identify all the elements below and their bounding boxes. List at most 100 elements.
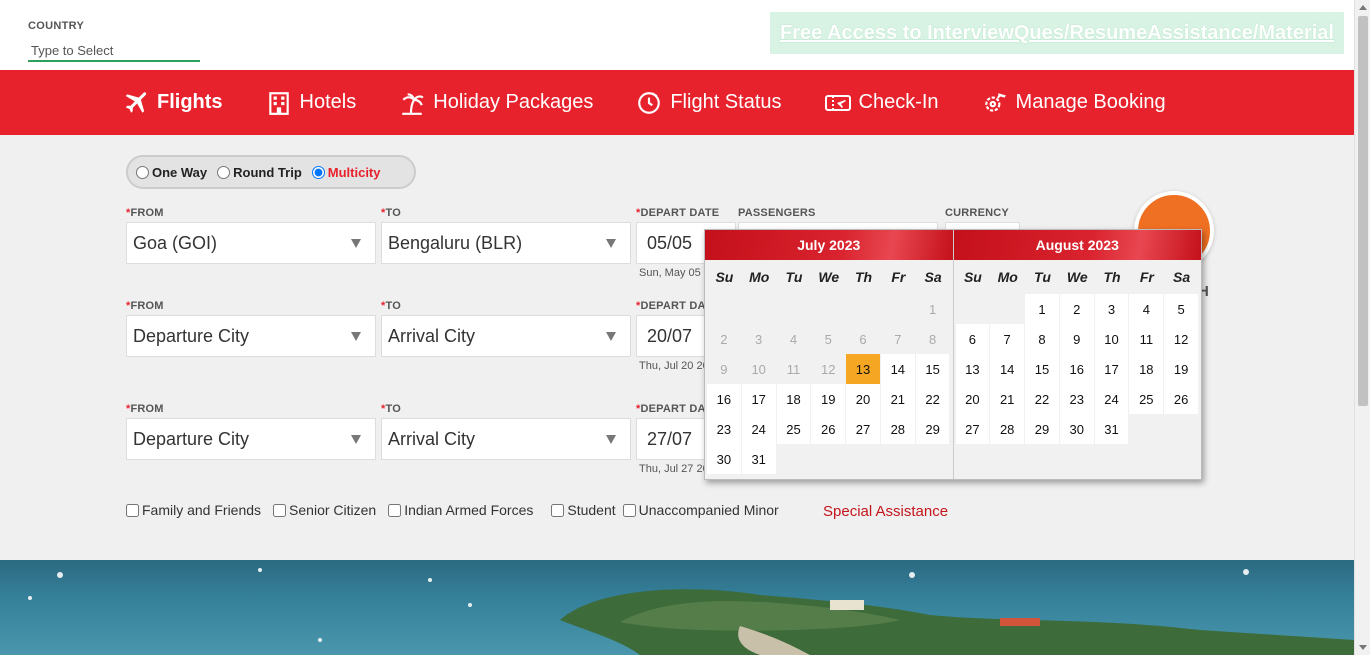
calendar-day[interactable]: 14 (990, 354, 1025, 384)
nav-check-in[interactable]: Check-In (824, 89, 939, 117)
calendar-day[interactable]: 31 (1094, 414, 1129, 444)
calendar-day[interactable]: 25 (776, 414, 811, 444)
calendar-day[interactable]: 14 (880, 354, 915, 384)
scroll-down-icon[interactable] (1359, 645, 1367, 650)
calendar-day[interactable]: 16 (1059, 354, 1094, 384)
calendar-day[interactable]: 30 (707, 444, 741, 474)
checkbox-label: Family and Friends (142, 502, 262, 518)
calendar-day[interactable]: 18 (776, 384, 811, 414)
calendar-day[interactable]: 19 (811, 384, 846, 414)
calendar-day[interactable]: 15 (915, 354, 950, 384)
checkbox-unaccompanied-minor[interactable]: Unaccompanied Minor (622, 502, 779, 518)
calendar-day: 10 (751, 361, 766, 377)
calendar-day[interactable]: 27 (955, 414, 990, 444)
calendar-empty-cell (881, 294, 915, 324)
checkbox-student[interactable]: Student (551, 502, 616, 518)
leg2-from-select[interactable]: Departure City (126, 315, 376, 357)
trip-label: Round Trip (233, 164, 302, 180)
calendar-day[interactable]: 29 (915, 414, 950, 444)
trip-one-way[interactable]: One Way (136, 165, 207, 180)
nav-label: Check-In (858, 91, 939, 113)
calendar-day[interactable]: 17 (741, 384, 776, 414)
country-label: COUNTRY (28, 20, 85, 32)
calendar-day[interactable]: 23 (707, 414, 741, 444)
scroll-up-icon[interactable] (1359, 5, 1367, 10)
checkbox-label: Senior Citizen (289, 502, 377, 518)
calendar-day[interactable]: 26 (1164, 384, 1198, 414)
calendar-day[interactable]: 6 (955, 324, 990, 354)
weekday-label: Fr (891, 269, 906, 285)
calendar-empty-cell (707, 294, 741, 324)
calendar-day[interactable]: 3 (1094, 294, 1129, 324)
calendar-day[interactable]: 10 (1094, 324, 1129, 354)
label-text: TO (385, 300, 401, 312)
calendar-day[interactable]: 21 (880, 384, 915, 414)
chevron-down-icon (606, 332, 616, 341)
calendar-day[interactable]: 5 (1164, 294, 1198, 324)
checkbox-label: Unaccompanied Minor (638, 502, 779, 518)
trip-round-trip[interactable]: Round Trip (217, 165, 302, 180)
calendar-day[interactable]: 7 (990, 324, 1025, 354)
calendar-day[interactable]: 8 (1025, 324, 1059, 354)
leg1-from-select[interactable]: Goa (GOI) (126, 222, 376, 264)
calendar-day[interactable]: 22 (915, 384, 950, 414)
nav-manage-booking[interactable]: Manage Booking (981, 89, 1166, 117)
select-value: Arrival City (388, 325, 476, 346)
page-scrollbar[interactable] (1354, 0, 1370, 655)
calendar-day[interactable]: 21 (990, 384, 1025, 414)
weekday-label: Mo (997, 269, 1018, 285)
nav-holiday-packages[interactable]: Holiday Packages (398, 89, 593, 117)
calendar-day[interactable]: 12 (1164, 324, 1198, 354)
calendar-day: 4 (789, 331, 798, 347)
nav-hotels[interactable]: Hotels (265, 89, 356, 117)
nav-flight-status[interactable]: Flight Status (635, 89, 782, 117)
promo-link[interactable]: Free Access to InterviewQues/ResumeAssis… (780, 22, 1334, 45)
calendar-day[interactable]: 1 (1025, 294, 1059, 324)
calendar-day[interactable]: 20 (955, 384, 990, 414)
calendar-day[interactable]: 28 (990, 414, 1025, 444)
leg1-to-select[interactable]: Bengaluru (BLR) (381, 222, 631, 264)
calendar-day[interactable]: 2 (1059, 294, 1094, 324)
calendar-day[interactable]: 26 (811, 414, 846, 444)
leg3-to-select[interactable]: Arrival City (381, 418, 631, 460)
calendar-day[interactable]: 17 (1094, 354, 1129, 384)
calendar-day[interactable]: 24 (741, 414, 776, 444)
calendar-day[interactable]: 15 (1025, 354, 1059, 384)
leg2-to-select[interactable]: Arrival City (381, 315, 631, 357)
checkbox-senior-citizen[interactable]: Senior Citizen (273, 502, 376, 518)
calendar-day[interactable]: 30 (1059, 414, 1094, 444)
checkbox-armed-forces[interactable]: Indian Armed Forces (388, 502, 533, 518)
weekday-label: We (818, 269, 840, 285)
calendar-day[interactable]: 24 (1094, 384, 1129, 414)
leg2-to-label: *TO (381, 300, 401, 312)
special-assistance-link[interactable]: Special Assistance (823, 503, 948, 520)
calendar-day[interactable]: 18 (1129, 354, 1164, 384)
calendar-day[interactable]: 20 (846, 384, 880, 414)
country-input[interactable] (28, 40, 200, 62)
calendar-day[interactable]: 19 (1164, 354, 1198, 384)
calendar-day[interactable]: 9 (1059, 324, 1094, 354)
calendar-day[interactable]: 29 (1025, 414, 1059, 444)
weekday-label: We (1066, 269, 1088, 285)
nav-flights[interactable]: Flights (122, 89, 223, 117)
calendar-day[interactable]: 31 (741, 444, 776, 474)
calendar-day[interactable]: 11 (1129, 324, 1164, 354)
calendar-day[interactable]: 13 (955, 354, 990, 384)
calendar-day[interactable]: 23 (1059, 384, 1094, 414)
scrollbar-thumb[interactable] (1358, 16, 1368, 406)
leg2-from-label: *FROM (126, 300, 164, 312)
leg3-from-select[interactable]: Departure City (126, 418, 376, 460)
calendar-month-july: July 2023 Su Mo Tu We Th Fr Sa 1 2 3 4 5 6 7 8 9 10 11 12… (705, 230, 953, 479)
leg1-date-sub: Sun, May 05 (639, 267, 701, 279)
calendar-day[interactable]: 27 (846, 414, 880, 444)
calendar-day[interactable]: 16 (707, 384, 741, 414)
calendar-day[interactable]: 25 (1129, 384, 1164, 414)
calendar-day[interactable]: 28 (880, 414, 915, 444)
label-text: DEPART DATE (640, 207, 720, 219)
calendar-day-selected[interactable]: 13 (846, 354, 880, 384)
calendar-day[interactable]: 4 (1129, 294, 1164, 324)
calendar-day[interactable]: 22 (1025, 384, 1059, 414)
checkbox-family-friends[interactable]: Family and Friends (126, 502, 261, 518)
trip-multicity[interactable]: Multicity (311, 165, 381, 180)
passengers-label: PASSENGERS (738, 207, 816, 219)
